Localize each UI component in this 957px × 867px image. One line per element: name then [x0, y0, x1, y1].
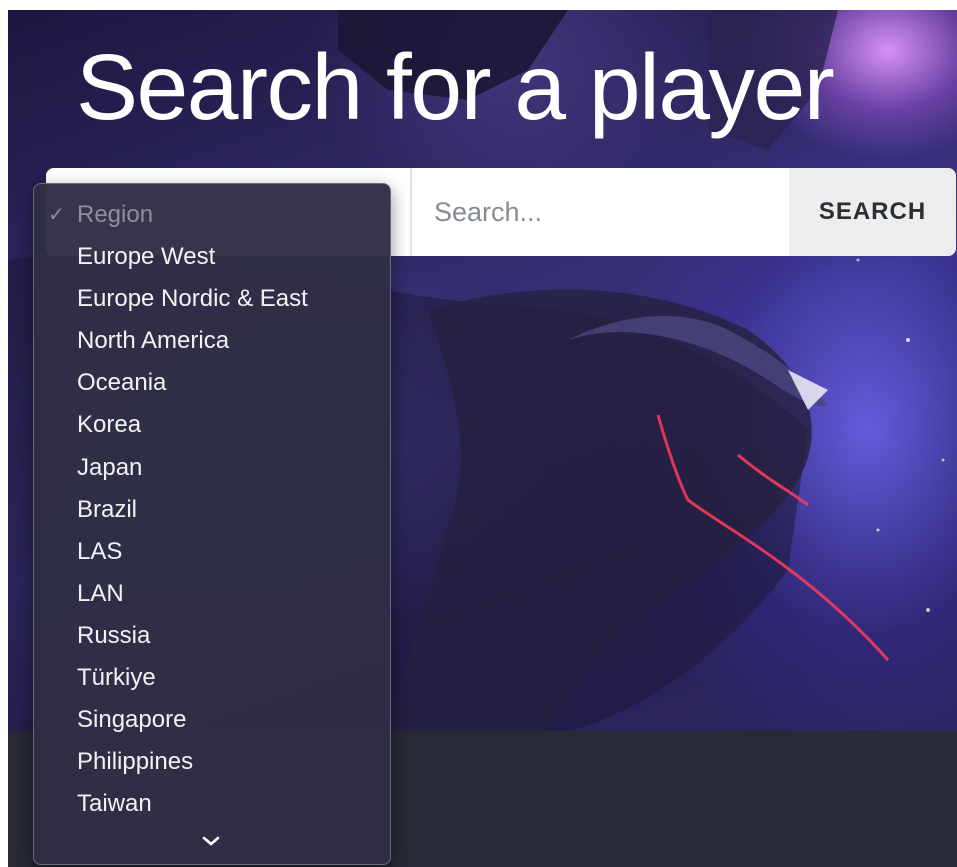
region-option-label: Philippines	[77, 748, 194, 776]
region-option-europe-west[interactable]: Europe West	[34, 236, 390, 278]
region-option-turkiye[interactable]: Türkiye	[34, 657, 390, 699]
region-dropdown-menu: ✓ Region Europe West Europe Nordic & Eas…	[33, 183, 391, 865]
search-button[interactable]: SEARCH	[789, 168, 956, 256]
region-option-label: Europe Nordic & East	[77, 285, 308, 313]
region-option-label: Türkiye	[77, 664, 156, 692]
region-option-las[interactable]: LAS	[34, 531, 390, 573]
star	[941, 458, 945, 462]
region-option-label: North America	[77, 327, 230, 355]
region-option-europe-nordic-east[interactable]: Europe Nordic & East	[34, 278, 390, 320]
region-option-label: Korea	[77, 411, 142, 439]
region-option-lan[interactable]: LAN	[34, 573, 390, 615]
star	[856, 258, 860, 262]
region-option-japan[interactable]: Japan	[34, 447, 390, 489]
search-input[interactable]	[412, 168, 788, 256]
region-option-label: Region	[77, 201, 154, 228]
page-title: Search for a player	[76, 35, 835, 139]
region-option-label: Singapore	[77, 706, 187, 734]
region-option-label: LAN	[77, 579, 124, 607]
region-option-label: Brazil	[77, 495, 138, 523]
region-option-brazil[interactable]: Brazil	[34, 489, 390, 531]
region-option-region[interactable]: ✓ Region	[34, 194, 390, 236]
region-option-taiwan[interactable]: Taiwan	[34, 783, 390, 825]
star	[876, 528, 880, 532]
region-option-label: Europe West	[77, 243, 216, 271]
region-option-korea[interactable]: Korea	[34, 404, 390, 446]
region-option-label: LAS	[77, 537, 123, 565]
region-option-north-america[interactable]: North America	[34, 320, 390, 362]
region-option-singapore[interactable]: Singapore	[34, 699, 390, 741]
chevron-down-icon[interactable]	[200, 832, 222, 850]
region-option-philippines[interactable]: Philippines	[34, 741, 390, 783]
region-option-russia[interactable]: Russia	[34, 615, 390, 657]
star	[926, 608, 930, 612]
star	[906, 338, 910, 342]
region-option-label: Russia	[77, 621, 151, 649]
region-option-label: Japan	[77, 453, 143, 481]
region-options-list: ✓ Region Europe West Europe Nordic & Eas…	[34, 184, 390, 825]
region-option-oceania[interactable]: Oceania	[34, 362, 390, 404]
region-option-label: Oceania	[77, 369, 167, 397]
page-frame: Search for a player SEARCH ✓ Region Euro…	[8, 10, 957, 867]
region-option-label: Taiwan	[77, 790, 152, 818]
checkmark-icon: ✓	[48, 204, 65, 226]
